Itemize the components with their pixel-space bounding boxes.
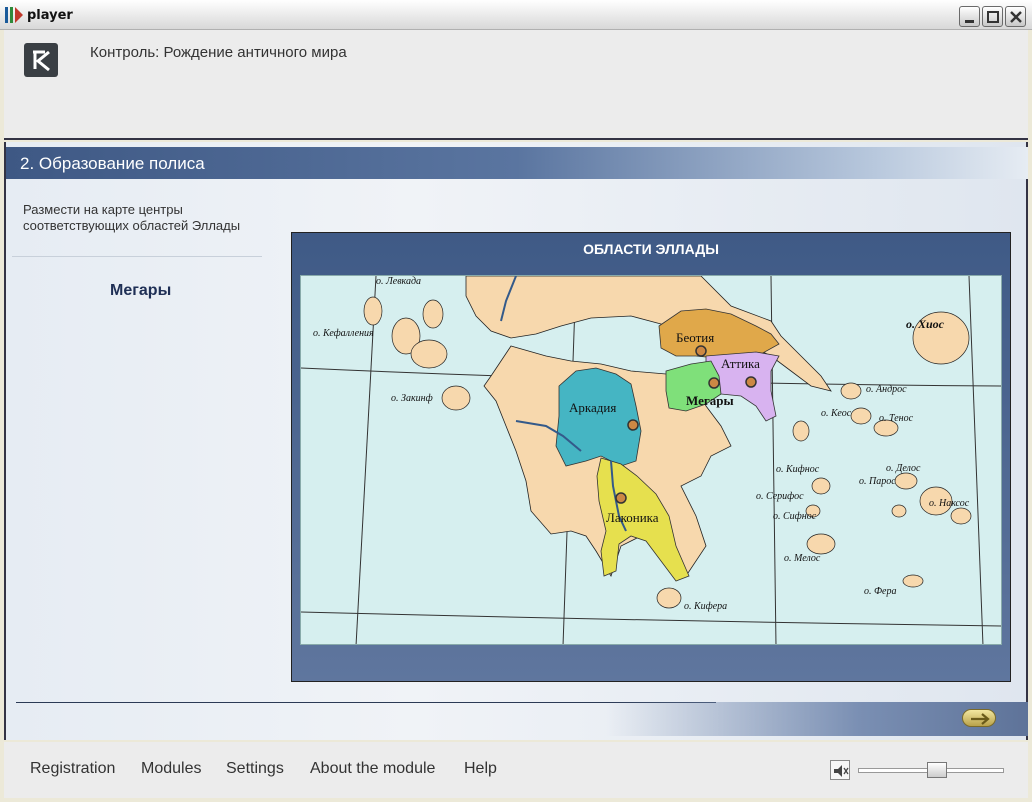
island-label: о. Левкада bbox=[376, 276, 421, 287]
maximize-icon bbox=[987, 11, 999, 23]
island-label: о. Закинф bbox=[391, 393, 433, 404]
close-button[interactable] bbox=[1005, 6, 1026, 27]
brand-logo bbox=[24, 43, 58, 77]
section-bar: 2. Образование полиса bbox=[6, 147, 1028, 179]
task-instruction: Размести на карте центры соответствующих… bbox=[23, 202, 241, 233]
map-panel: ОБЛАСТИ ЭЛЛАДЫ Беотия Аттика Мегары Арка… bbox=[291, 232, 1011, 682]
marker-arcadia[interactable] bbox=[627, 419, 639, 431]
menu-registration[interactable]: Registration bbox=[30, 760, 115, 778]
island-label: о. Мелос bbox=[784, 553, 821, 564]
island-label: о. Тенос bbox=[879, 413, 914, 424]
mute-button[interactable] bbox=[830, 760, 850, 780]
menu-about-the-module[interactable]: About the module bbox=[310, 760, 435, 778]
minimize-icon bbox=[965, 20, 974, 23]
section-title: 2. Образование полиса bbox=[20, 154, 205, 173]
main-content: 2. Образование полиса Размести на карте … bbox=[4, 142, 1028, 740]
speaker-icon bbox=[834, 765, 849, 777]
region-label: Аркадия bbox=[569, 400, 616, 415]
marker-megara[interactable] bbox=[708, 377, 720, 389]
window-title: player bbox=[27, 8, 73, 23]
menu-settings[interactable]: Settings bbox=[226, 760, 284, 778]
map-area[interactable]: Беотия Аттика Мегары Аркадия Лаконика о.… bbox=[300, 275, 1002, 645]
close-icon bbox=[1010, 11, 1022, 23]
draggable-label-megara[interactable]: Мегары bbox=[110, 282, 171, 300]
menu-modules[interactable]: Modules bbox=[141, 760, 201, 778]
region-label: Мегары bbox=[686, 393, 734, 408]
window-titlebar: player bbox=[0, 0, 1032, 30]
island-label: о. Кифера bbox=[684, 601, 727, 612]
footer-menu: Registration Modules Settings About the … bbox=[4, 742, 1028, 798]
island-label: о. Сифнос bbox=[773, 511, 817, 522]
app-header: Контроль: Рождение античного мира bbox=[4, 30, 1028, 140]
region-arcadia bbox=[555, 367, 642, 467]
island-label: о. Серифос bbox=[756, 491, 804, 502]
minimize-button[interactable] bbox=[959, 6, 980, 27]
app-icon bbox=[5, 7, 23, 23]
map-title: ОБЛАСТИ ЭЛЛАДЫ bbox=[583, 241, 719, 257]
island-label: о. Наксос bbox=[929, 498, 970, 509]
marker-boeotia[interactable] bbox=[695, 345, 707, 357]
island-label: о. Кифнос bbox=[776, 464, 820, 475]
marker-laconia[interactable] bbox=[615, 492, 627, 504]
menu-help[interactable]: Help bbox=[464, 760, 497, 778]
greece-map: Беотия Аттика Мегары Аркадия Лаконика о.… bbox=[301, 276, 1001, 644]
island-label: о. Парос bbox=[859, 476, 896, 487]
island-label: о. Кефалления bbox=[313, 328, 374, 339]
region-label: Лаконика bbox=[606, 510, 659, 525]
volume-slider-thumb[interactable] bbox=[927, 762, 948, 778]
island-label: о. Кеос bbox=[821, 408, 852, 419]
divider bbox=[12, 256, 262, 257]
module-title: Контроль: Рождение античного мира bbox=[90, 44, 347, 61]
region-label: Беотия bbox=[676, 330, 714, 345]
region-label: Аттика bbox=[721, 356, 760, 371]
maximize-button[interactable] bbox=[982, 6, 1003, 27]
arrow-right-icon bbox=[971, 713, 990, 725]
next-button[interactable] bbox=[962, 709, 996, 727]
island-label: о. Андрос bbox=[866, 384, 907, 395]
island-label: о. Делос bbox=[886, 463, 921, 474]
marker-attica[interactable] bbox=[745, 376, 757, 388]
brand-logo-icon bbox=[33, 50, 50, 72]
island-label: о. Хиос bbox=[906, 317, 945, 331]
island-label: о. Фера bbox=[864, 586, 896, 597]
